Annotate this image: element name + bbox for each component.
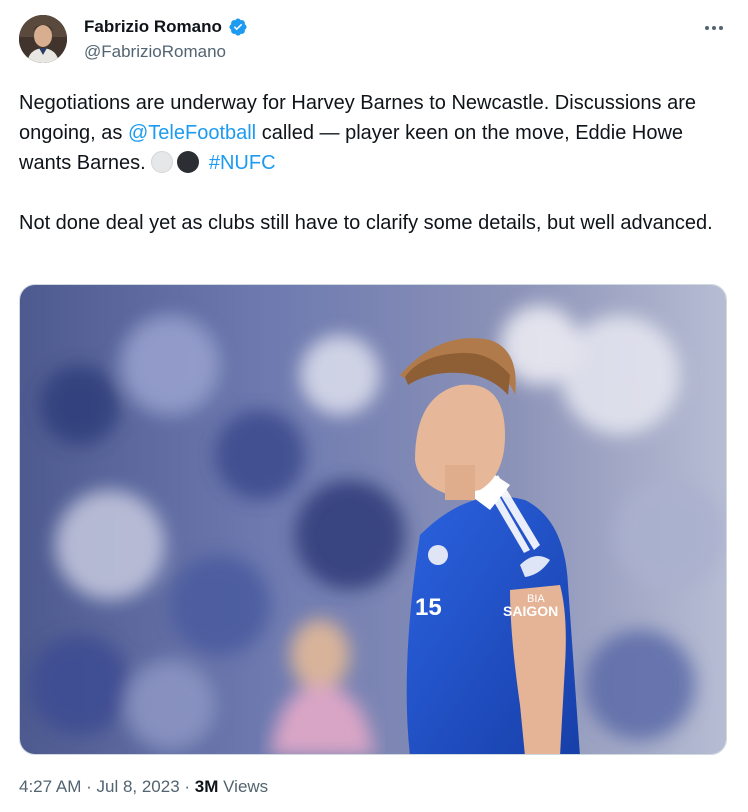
tweet-text: Negotiations are underway for Harvey Bar…	[19, 88, 729, 238]
tweet-meta: 4:27 AM · Jul 8, 2023 · 3M Views	[19, 777, 268, 797]
meta-separator: ·	[81, 777, 97, 796]
author-name[interactable]: Fabrizio Romano	[84, 17, 222, 37]
tweet-date[interactable]: Jul 8, 2023	[96, 777, 179, 796]
tweet-paragraph-2: Not done deal yet as clubs still have to…	[19, 212, 713, 234]
author-handle[interactable]: @FabrizioRomano	[84, 42, 226, 62]
author-avatar[interactable]	[19, 15, 67, 63]
mention-link[interactable]: @TeleFootball	[128, 122, 256, 144]
more-options-icon[interactable]	[702, 16, 726, 40]
hashtag-link[interactable]: #NUFC	[209, 152, 276, 174]
views-count: 3M	[194, 777, 219, 796]
verified-badge-icon	[228, 17, 248, 37]
tweet-card: Fabrizio Romano @FabrizioRomano Negotiat…	[0, 0, 748, 812]
tweet-photo[interactable]: BIA SAIGON 15	[19, 284, 727, 755]
shirt-sponsor-line2: SAIGON	[503, 603, 558, 619]
meta-separator: ·	[179, 777, 195, 796]
black-circle-emoji-icon	[177, 151, 200, 173]
white-circle-emoji-icon	[151, 151, 174, 173]
shirt-number: 15	[415, 594, 442, 621]
tweet-paragraph-1: Negotiations are underway for Harvey Bar…	[19, 88, 729, 178]
views-label: Views	[218, 777, 269, 796]
tweet-time[interactable]: 4:27 AM	[19, 777, 81, 796]
